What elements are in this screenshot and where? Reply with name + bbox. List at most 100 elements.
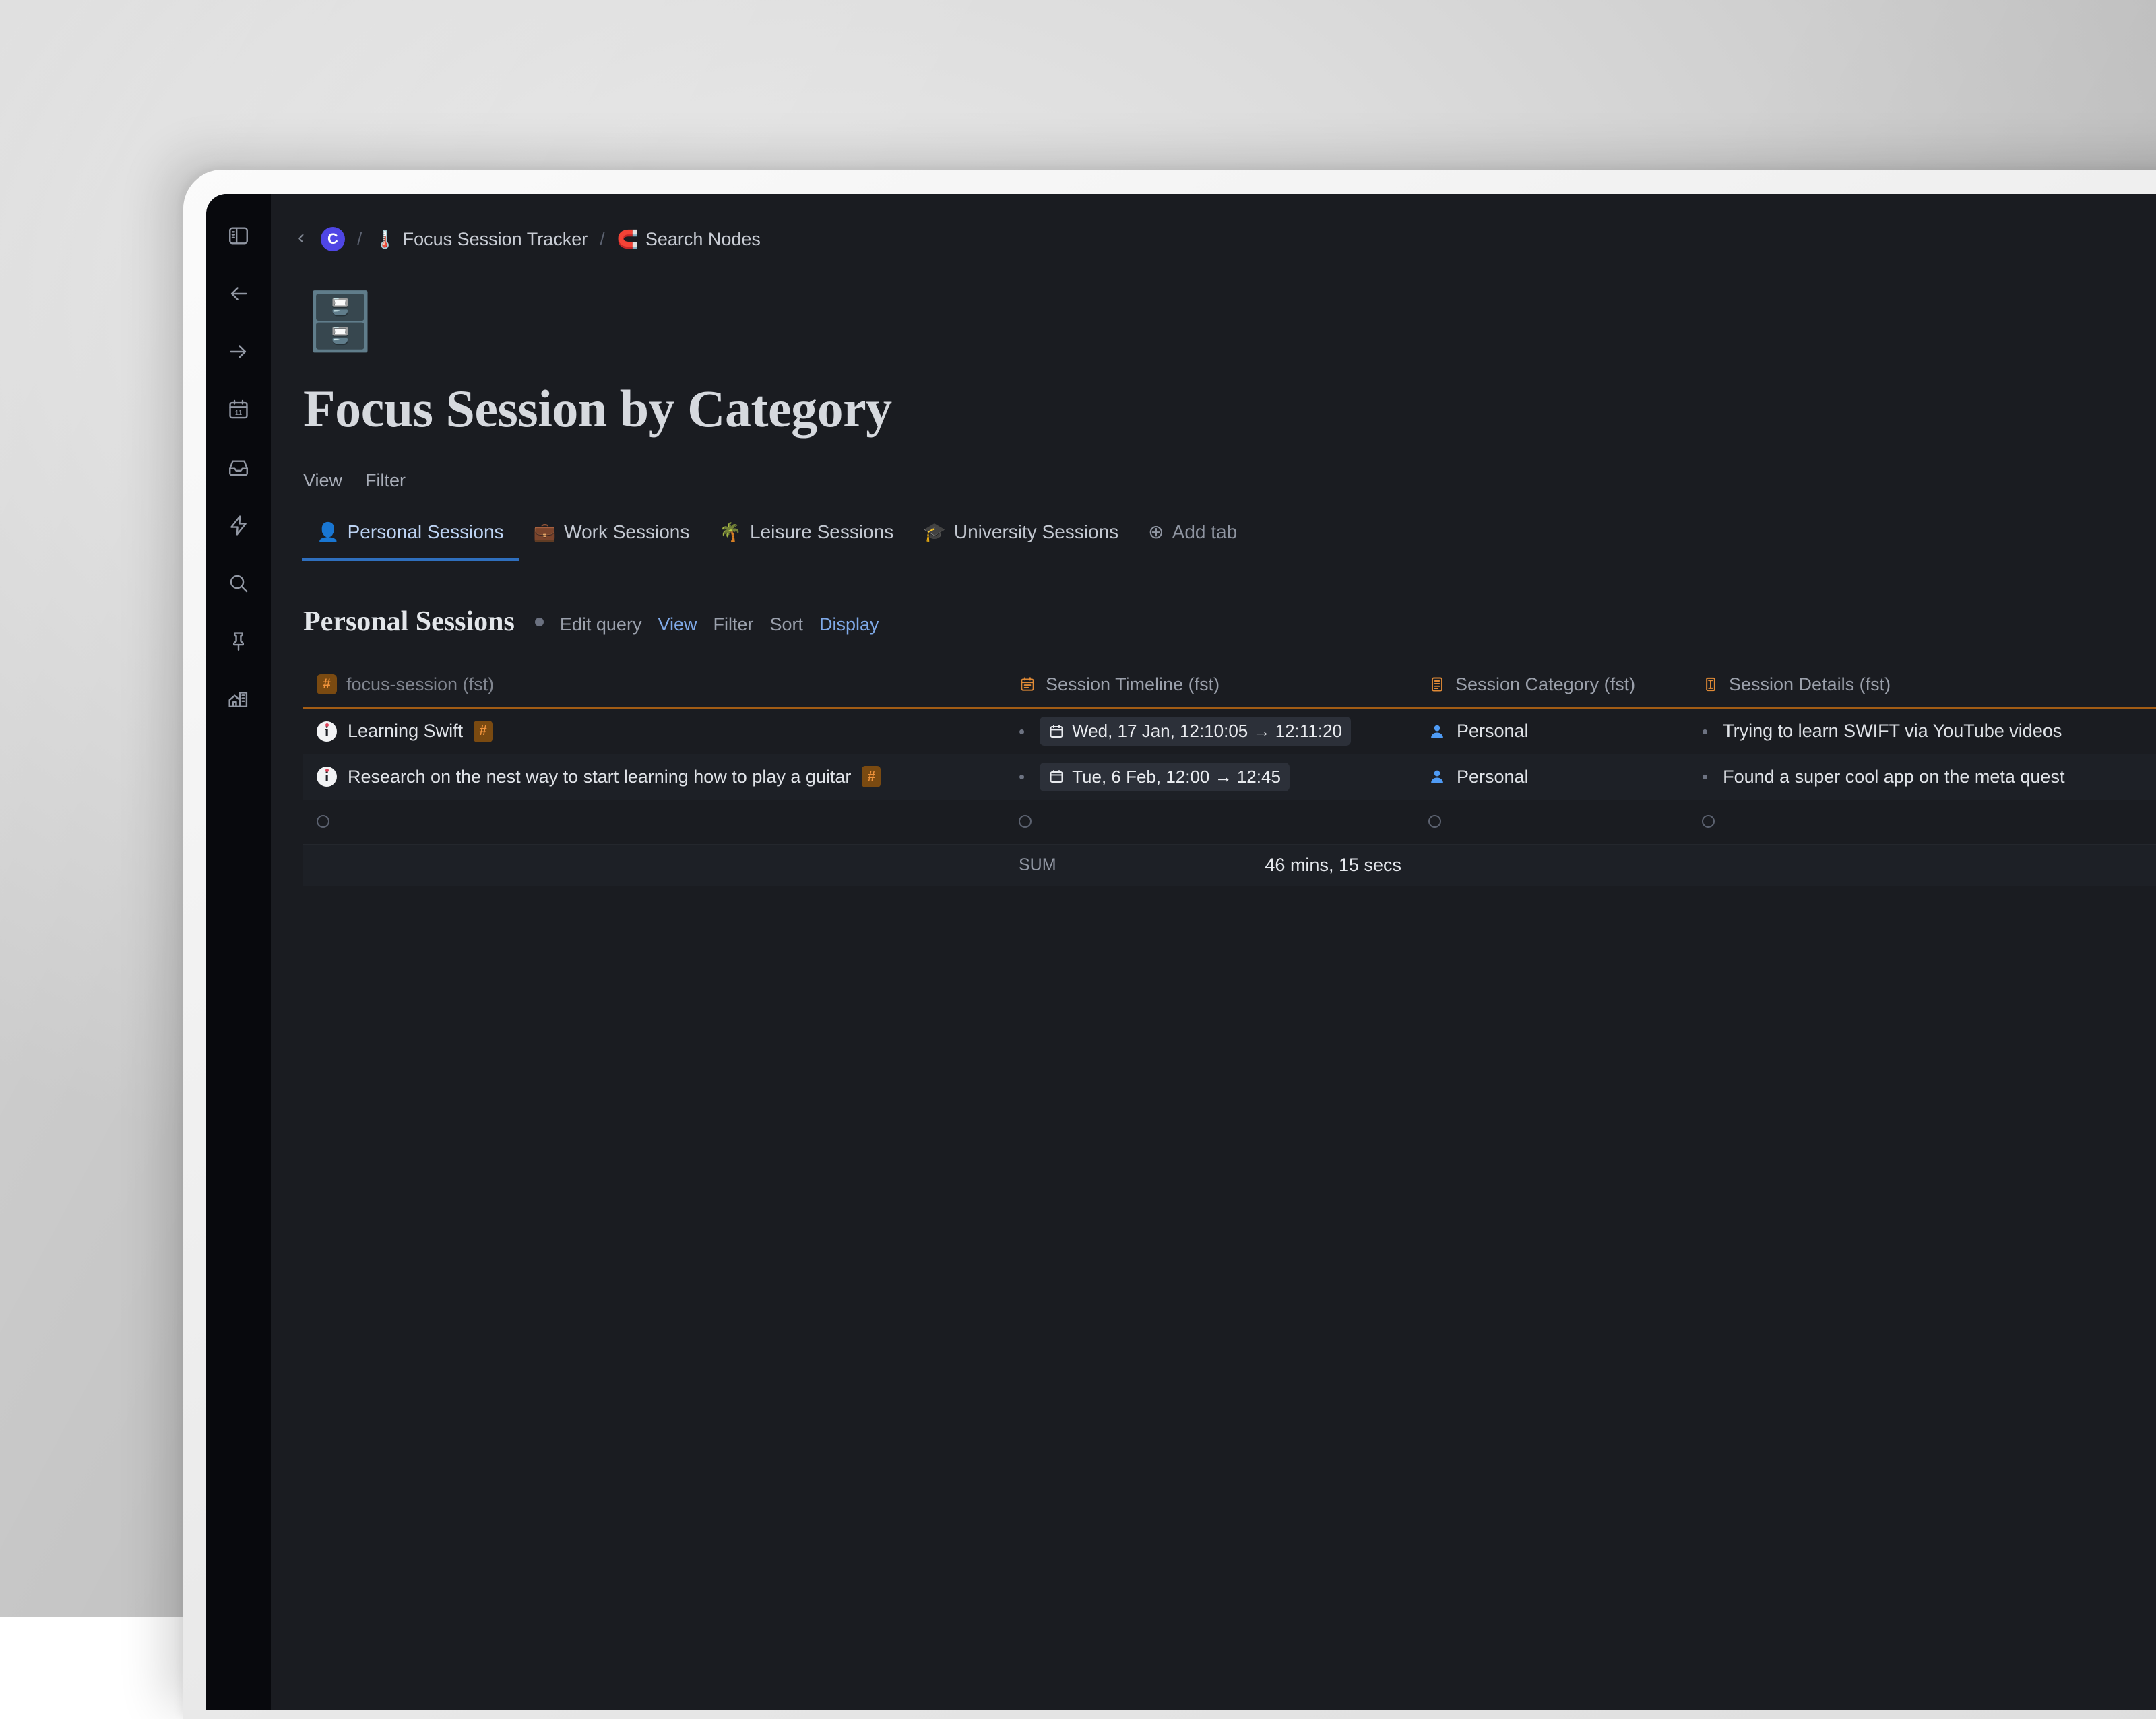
footer-cell-details[interactable] — [1688, 844, 2156, 886]
cell-category[interactable]: Personal — [1415, 754, 1688, 800]
text-field-icon — [1702, 676, 1719, 693]
date-pill[interactable]: Tue, 6 Feb, 12:00 → 12:45 — [1040, 763, 1290, 791]
column-header-session-details[interactable]: Session Details (fst) — [1688, 662, 2156, 708]
cell-new-category[interactable] — [1415, 800, 1688, 844]
tab-leisure-sessions[interactable]: 🌴 Leisure Sessions — [704, 521, 908, 561]
section-drag-handle-icon[interactable] — [535, 618, 544, 626]
tab-university-sessions[interactable]: 🎓 University Sessions — [908, 521, 1133, 561]
breadcrumb: ‹ C / 🌡️ Focus Session Tracker / 🧲 Searc… — [271, 194, 2156, 259]
table-body: i Learning Swift # • — [303, 708, 2156, 886]
calendar-icon[interactable]: 11 — [221, 392, 256, 427]
sum-label: SUM — [1019, 855, 1056, 875]
page-view-button[interactable]: View — [303, 470, 342, 491]
hash-tag-icon[interactable]: # — [474, 721, 493, 742]
section-title: Personal Sessions — [303, 606, 515, 638]
breadcrumb-label: Focus Session Tracker — [403, 229, 588, 250]
table-footer-row: SUM 46 mins, 15 secs — [303, 844, 2156, 886]
breadcrumb-separator-1: / — [354, 229, 364, 250]
bullet-icon: • — [1019, 723, 1025, 740]
sidebar-toggle-icon[interactable] — [221, 218, 256, 253]
arrow-left-icon[interactable] — [221, 276, 256, 311]
sessions-table: # focus-session (fst) — [303, 662, 2156, 886]
page-filter-button[interactable]: Filter — [365, 470, 406, 491]
tab-label: Leisure Sessions — [750, 521, 893, 543]
list-icon — [1428, 676, 1446, 693]
circle-placeholder-icon — [1428, 815, 1441, 828]
plus-circle-icon: ⊕ — [1148, 523, 1164, 542]
cell-new-title[interactable] — [303, 800, 1005, 844]
cell-details[interactable]: • Found a super cool app on the meta que… — [1688, 754, 2156, 800]
bullet-icon: • — [1702, 768, 1708, 785]
column-header-session-category[interactable]: Session Category (fst) — [1415, 662, 1688, 708]
cell-timeline[interactable]: • Wed, 17 Jan, 12:10:05 → 12:11:20 — [1005, 708, 1415, 754]
cell-timeline[interactable]: • Tue, 6 Feb, 12:00 → 12:45 — [1005, 754, 1415, 800]
table-header-row: # focus-session (fst) — [303, 662, 2156, 708]
date-pill[interactable]: Wed, 17 Jan, 12:10:05 → 12:11:20 — [1040, 717, 1351, 746]
tab-bar: 👤 Personal Sessions 💼 Work Sessions 🌴 Le… — [302, 511, 2156, 561]
table-row[interactable]: i Research on the nest way to start lear… — [303, 754, 2156, 800]
edit-query-button[interactable]: Edit query — [560, 614, 642, 635]
arrow-right-icon[interactable] — [221, 334, 256, 369]
home-building-icon[interactable] — [221, 682, 256, 717]
add-tab-button[interactable]: ⊕ Add tab — [1133, 521, 1252, 561]
cell-title[interactable]: i Learning Swift # — [303, 708, 1005, 754]
hash-icon: # — [317, 674, 337, 694]
cell-new-timeline[interactable] — [1005, 800, 1415, 844]
page-title: Focus Session by Category — [303, 379, 2156, 439]
footer-cell-empty — [303, 844, 1005, 886]
section-display-button[interactable]: Display — [819, 614, 879, 635]
details-text: Found a super cool app on the meta quest — [1723, 767, 2064, 787]
section-header: Personal Sessions Edit query View Filter… — [303, 606, 2156, 638]
calendar-icon — [1019, 676, 1036, 693]
tab-work-sessions[interactable]: 💼 Work Sessions — [519, 521, 705, 561]
briefcase-icon: 💼 — [534, 523, 557, 542]
sidebar-rail: 11 — [206, 194, 271, 1710]
table-header: # focus-session (fst) — [303, 662, 2156, 708]
calendar-icon — [1048, 723, 1065, 740]
section-filter-button[interactable]: Filter — [714, 614, 754, 635]
sum-value: 46 mins, 15 secs — [1265, 855, 1401, 876]
inbox-icon[interactable] — [221, 450, 256, 485]
person-icon — [1428, 768, 1446, 785]
table-row[interactable]: i Learning Swift # • — [303, 708, 2156, 754]
person-icon — [1428, 723, 1446, 740]
footer-cell-sum[interactable]: SUM 46 mins, 15 secs — [1005, 844, 1415, 886]
search-icon[interactable] — [221, 566, 256, 601]
breadcrumb-item-search-nodes[interactable]: 🧲 Search Nodes — [616, 229, 760, 250]
column-header-label: Session Details (fst) — [1729, 674, 1891, 695]
column-header-label: focus-session (fst) — [346, 674, 494, 695]
breadcrumb-label: Search Nodes — [645, 229, 761, 250]
new-row-placeholder[interactable] — [303, 800, 2156, 844]
breadcrumb-back-icon[interactable]: ‹ — [295, 225, 311, 253]
pin-icon[interactable] — [221, 624, 256, 659]
cell-title[interactable]: i Research on the nest way to start lear… — [303, 754, 1005, 800]
hash-tag-icon[interactable]: # — [862, 766, 881, 787]
footer-cell-category[interactable] — [1415, 844, 1688, 886]
breadcrumb-separator-2: / — [597, 229, 607, 250]
cell-category[interactable]: Personal — [1415, 708, 1688, 754]
tab-label: Personal Sessions — [348, 521, 504, 543]
tab-personal-sessions[interactable]: 👤 Personal Sessions — [302, 521, 519, 561]
magnet-icon: 🧲 — [616, 230, 638, 248]
category-text: Personal — [1457, 721, 1529, 742]
breadcrumb-item-focus-session-tracker[interactable]: 🌡️ Focus Session Tracker — [374, 229, 588, 250]
column-header-session-timeline[interactable]: Session Timeline (fst) — [1005, 662, 1415, 708]
main-content: ‹ C / 🌡️ Focus Session Tracker / 🧲 Searc… — [271, 194, 2156, 1710]
node-info-icon: i — [317, 767, 337, 787]
palm-tree-icon: 🌴 — [719, 523, 742, 542]
file-cabinet-icon[interactable]: 🗄️ — [303, 284, 377, 358]
cell-details[interactable]: • Trying to learn SWIFT via YouTube vide… — [1688, 708, 2156, 754]
lightning-icon[interactable] — [221, 508, 256, 543]
bullet-icon: • — [1702, 723, 1708, 740]
cell-new-details[interactable] — [1688, 800, 2156, 844]
section-sort-button[interactable]: Sort — [770, 614, 804, 635]
column-header-focus-session[interactable]: # focus-session (fst) — [303, 662, 1005, 708]
details-text: Trying to learn SWIFT via YouTube videos — [1723, 721, 2062, 742]
avatar[interactable]: C — [321, 227, 345, 251]
graduation-cap-icon: 🎓 — [923, 523, 946, 542]
circle-placeholder-icon — [1019, 815, 1032, 828]
section-view-button[interactable]: View — [658, 614, 697, 635]
svg-text:11: 11 — [235, 410, 243, 417]
circle-placeholder-icon — [1702, 815, 1715, 828]
circle-placeholder-icon — [317, 815, 329, 828]
